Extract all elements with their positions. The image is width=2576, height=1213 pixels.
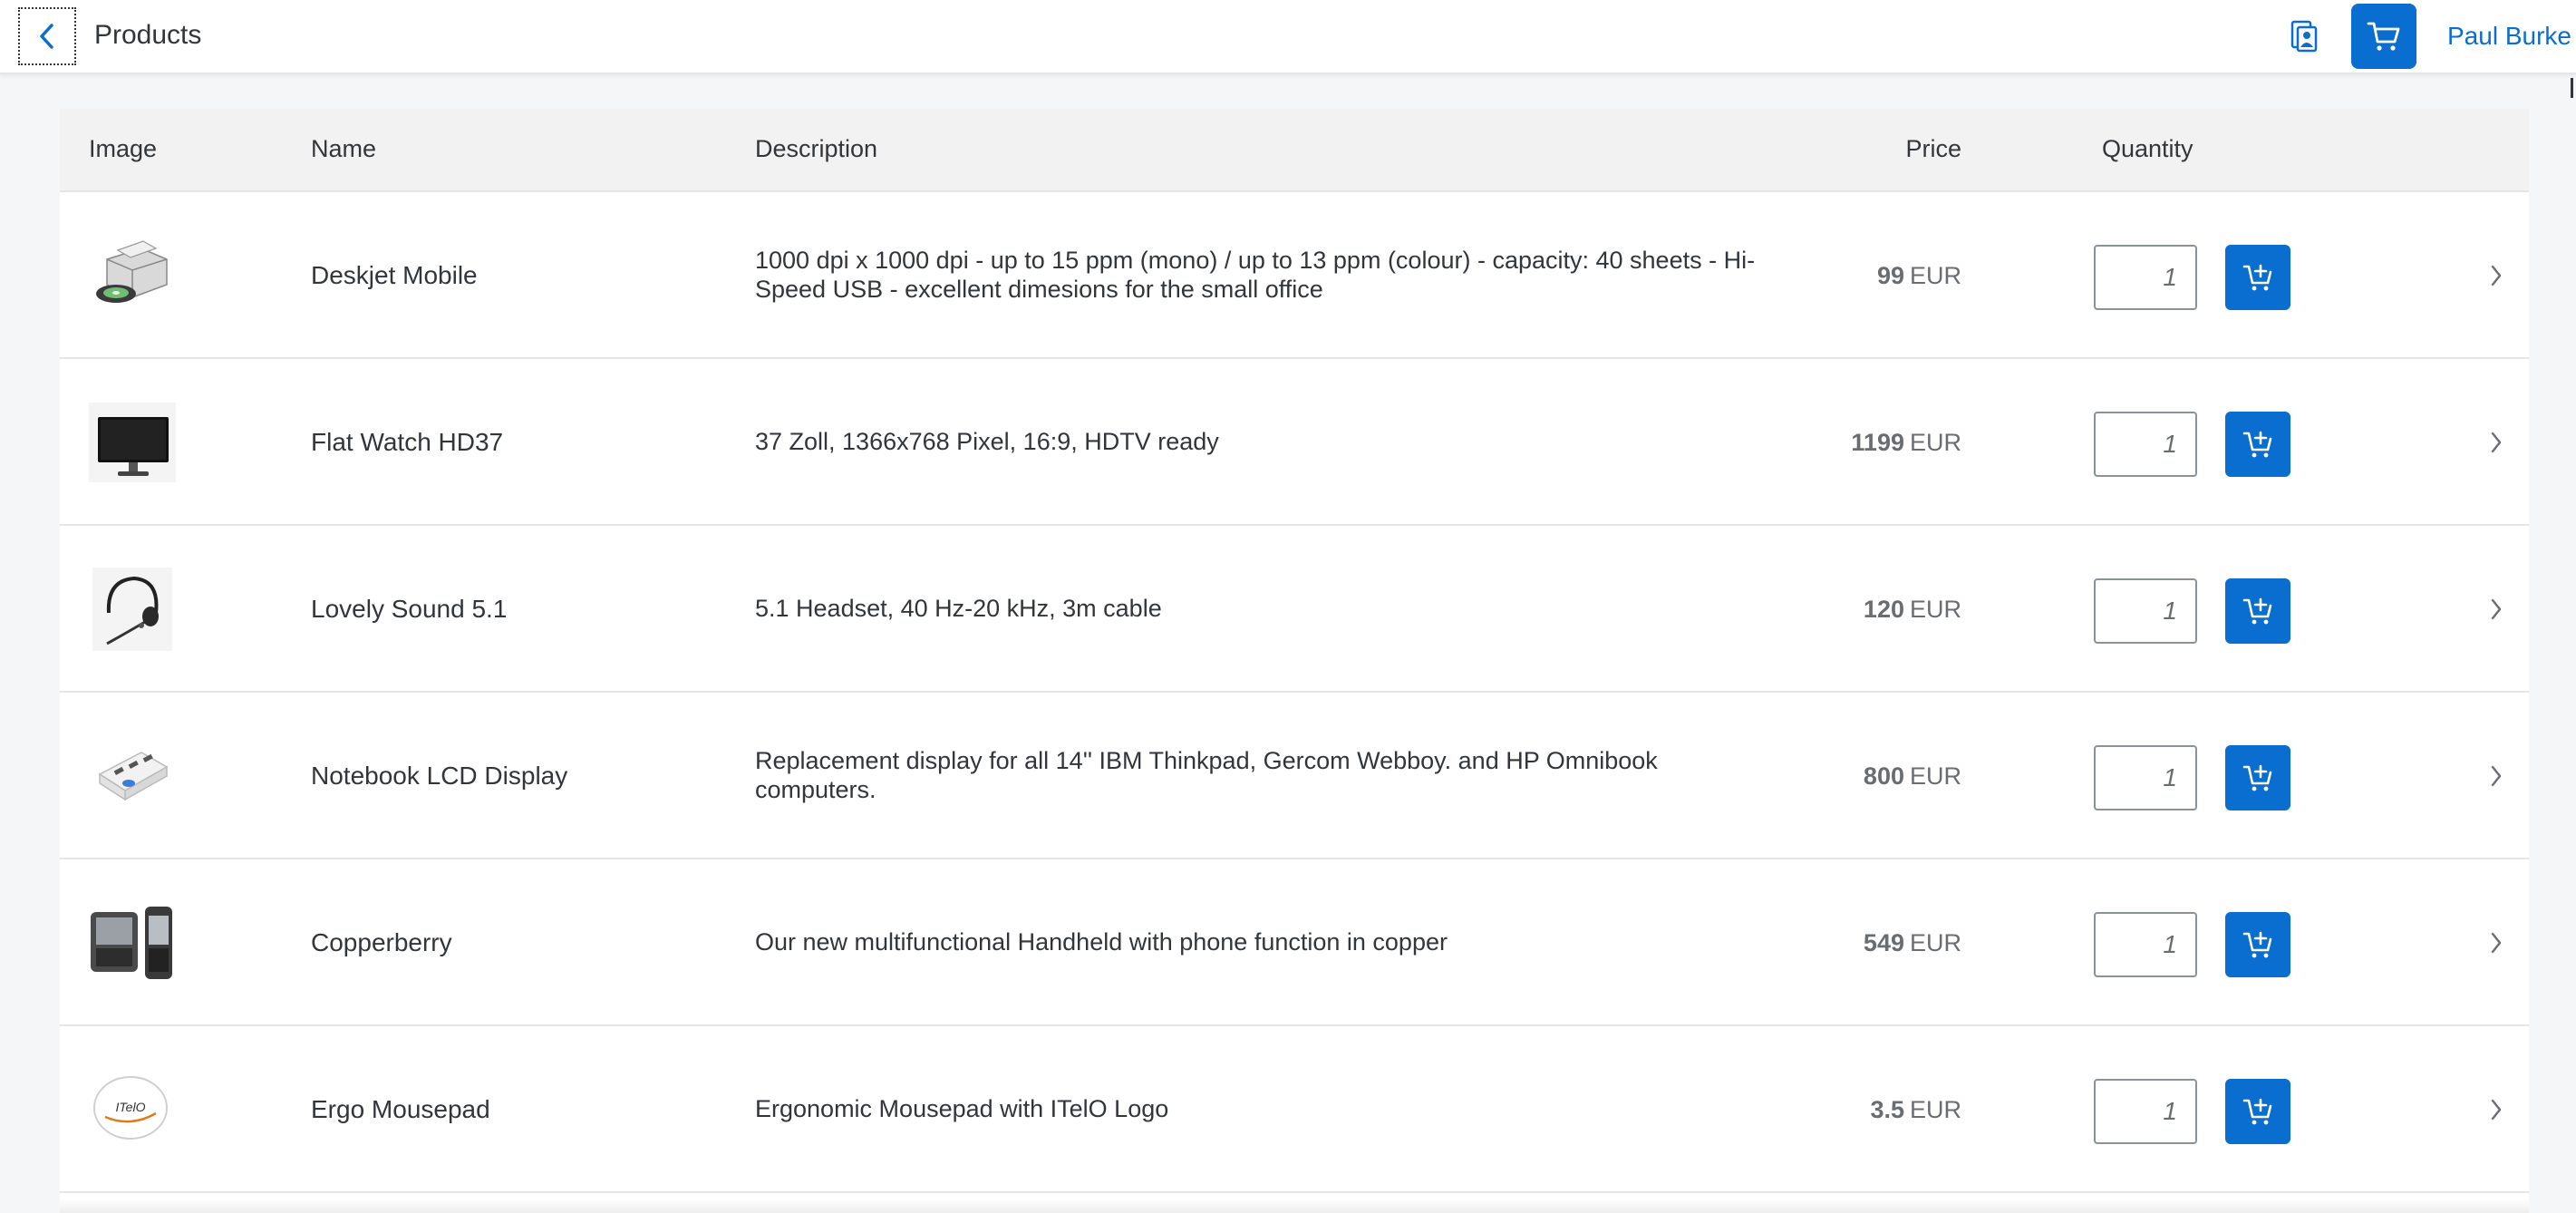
product-description: 5.1 Headset, 40 Hz-20 kHz, 3m cable (755, 595, 1162, 622)
add-to-cart-button[interactable] (2225, 245, 2290, 310)
column-header-price: Price (1905, 135, 1961, 162)
add-to-cart-icon (2242, 931, 2272, 958)
add-to-cart-button[interactable] (2225, 578, 2290, 644)
shell-header: Products Paul Burke (0, 0, 2576, 74)
handheld-image (87, 899, 178, 986)
column-header-quantity: Quantity (2102, 135, 2193, 162)
chevron-right-icon[interactable] (2482, 928, 2511, 957)
chevron-left-icon (40, 24, 53, 49)
add-to-cart-icon (2242, 764, 2272, 791)
back-button[interactable] (18, 7, 76, 65)
product-price: 120 EUR (1864, 593, 1961, 626)
headset-image (87, 566, 178, 653)
product-price: 3.5 EUR (1870, 1093, 1961, 1126)
add-to-cart-icon (2242, 597, 2272, 625)
product-name: Notebook LCD Display (311, 762, 568, 790)
product-name: Flat Watch HD37 (311, 428, 504, 456)
chevron-right-icon[interactable] (2482, 1095, 2511, 1124)
products-table: Image Name Description Price Quantity De… (60, 109, 2529, 1213)
add-to-cart-button[interactable] (2225, 745, 2290, 810)
add-to-cart-button[interactable] (2225, 1079, 2290, 1144)
mousepad-image: ITelO (87, 1066, 178, 1153)
table-row[interactable]: Copperberry Our new multifunctional Hand… (60, 859, 2529, 1026)
chevron-right-icon[interactable] (2482, 595, 2511, 624)
price-currency: EUR (1909, 429, 1961, 456)
chevron-right-icon[interactable] (2482, 428, 2511, 457)
price-value: 3.5 (1870, 1096, 1904, 1123)
printer-image (87, 232, 178, 319)
monitor-image (87, 399, 178, 486)
quantity-input[interactable] (2094, 245, 2197, 310)
product-name: Lovely Sound 5.1 (311, 595, 508, 623)
product-name: Ergo Mousepad (311, 1095, 490, 1123)
cart-button[interactable] (2351, 4, 2416, 69)
price-value: 99 (1876, 262, 1904, 289)
add-to-cart-icon (2242, 431, 2272, 458)
price-currency: EUR (1909, 929, 1961, 956)
user-name-link[interactable]: Paul Burke (2447, 20, 2571, 53)
quantity-input[interactable] (2094, 578, 2197, 644)
table-row[interactable]: Lovely Sound 5.1 5.1 Headset, 40 Hz-20 k… (60, 526, 2529, 693)
price-currency: EUR (1909, 596, 1961, 623)
personalization-button[interactable] (2275, 7, 2333, 65)
table-header-row: Image Name Description Price Quantity (60, 109, 2529, 192)
table-row[interactable]: Deskjet Mobile 1000 dpi x 1000 dpi - up … (60, 192, 2529, 359)
quantity-input[interactable] (2094, 412, 2197, 477)
price-value: 549 (1863, 929, 1904, 956)
table-row[interactable]: Flat Watch HD37 37 Zoll, 1366x768 Pixel,… (60, 359, 2529, 526)
quantity-input[interactable] (2094, 912, 2197, 977)
column-header-image: Image (89, 135, 158, 162)
product-description: 1000 dpi x 1000 dpi - up to 15 ppm (mono… (755, 247, 1756, 303)
add-to-cart-icon (2242, 1098, 2272, 1125)
column-header-name: Name (311, 135, 377, 162)
chevron-right-icon[interactable] (2482, 762, 2511, 791)
product-name: Copperberry (311, 928, 452, 956)
mousepad-logo-text: ITelO (116, 1100, 146, 1114)
product-description: Ergonomic Mousepad with ITelO Logo (755, 1095, 1169, 1122)
product-description: Our new multifunctional Handheld with ph… (755, 928, 1448, 956)
product-name: Deskjet Mobile (311, 261, 478, 289)
usb-hub-image (87, 733, 178, 820)
text-cursor (2571, 78, 2573, 98)
footer-shadow (60, 1198, 2529, 1213)
price-value: 1199 (1851, 429, 1904, 456)
column-header-description: Description (755, 135, 878, 162)
product-price: 1199 EUR (1851, 426, 1961, 459)
price-currency: EUR (1909, 262, 1961, 289)
person-document-icon (2290, 20, 2318, 53)
add-to-cart-icon (2242, 264, 2272, 291)
price-value: 800 (1863, 762, 1904, 790)
product-price: 549 EUR (1864, 927, 1961, 959)
price-currency: EUR (1909, 1096, 1961, 1123)
price-currency: EUR (1909, 762, 1961, 790)
table-row[interactable]: ITelO Ergo Mousepad Ergonomic Mousepad w… (60, 1026, 2529, 1193)
page-title: Products (94, 20, 202, 50)
product-price: 800 EUR (1864, 760, 1961, 792)
table-row[interactable]: Notebook LCD Display Replacement display… (60, 693, 2529, 859)
add-to-cart-button[interactable] (2225, 412, 2290, 477)
cart-icon (2367, 22, 2400, 51)
chevron-right-icon[interactable] (2482, 261, 2511, 290)
add-to-cart-button[interactable] (2225, 912, 2290, 977)
price-value: 120 (1863, 596, 1904, 623)
quantity-input[interactable] (2094, 745, 2197, 810)
product-description: 37 Zoll, 1366x768 Pixel, 16:9, HDTV read… (755, 428, 1219, 455)
quantity-input[interactable] (2094, 1079, 2197, 1144)
product-description: Replacement display for all 14'' IBM Thi… (755, 747, 1658, 803)
product-price: 99 EUR (1877, 259, 1961, 292)
